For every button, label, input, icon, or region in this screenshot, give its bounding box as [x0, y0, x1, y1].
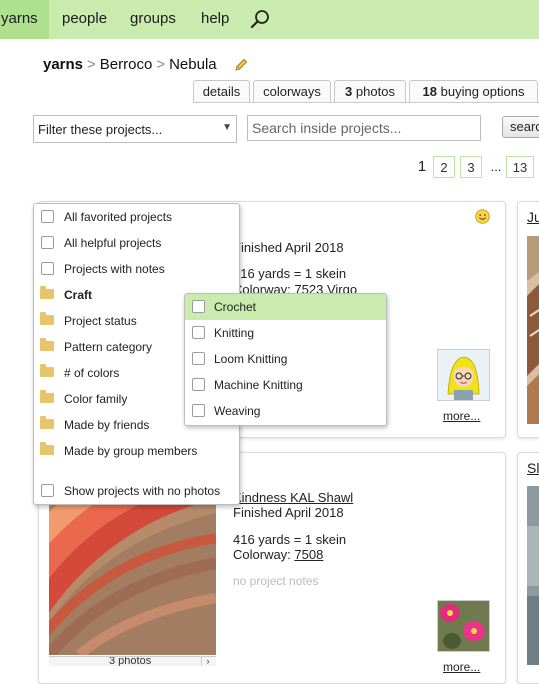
craft-weaving[interactable]: Weaving: [185, 398, 386, 424]
project-title-link[interactable]: Ju: [527, 209, 539, 225]
filter-item-label: Made by friends: [64, 418, 150, 432]
filter-no-photos[interactable]: Show projects with no photos: [34, 478, 239, 504]
filter-item-label: Projects with notes: [64, 262, 165, 276]
tab-details[interactable]: details: [193, 80, 250, 103]
more-link[interactable]: more...: [443, 660, 480, 674]
breadcrumb-separator: >: [87, 56, 96, 73]
breadcrumb-yarns[interactable]: yarns: [43, 56, 83, 73]
craft-knitting[interactable]: Knitting: [185, 320, 386, 346]
filter-item-label: All favorited projects: [64, 210, 173, 224]
more-link[interactable]: more...: [443, 409, 480, 423]
breadcrumb-separator: >: [156, 56, 166, 73]
tab-buying-count: 18: [422, 84, 437, 99]
page-link[interactable]: 3: [460, 156, 482, 178]
craft-item-label: Crochet: [214, 300, 257, 314]
card-colorway: Colorway: 7508: [233, 547, 323, 562]
checkbox[interactable]: [192, 404, 205, 417]
tab-buying-label: buying options: [440, 84, 525, 99]
user-avatar[interactable]: [437, 349, 490, 401]
checkbox[interactable]: [192, 352, 205, 365]
checkbox[interactable]: [41, 210, 54, 223]
craft-item-label: Loom Knitting: [214, 352, 288, 366]
nav-yarns[interactable]: yarns: [0, 0, 49, 39]
nav-help[interactable]: help: [201, 0, 229, 39]
folder-icon: [40, 416, 54, 429]
smiley-icon: [475, 209, 490, 224]
dropdown-arrow-icon: ▼: [222, 122, 232, 133]
project-photo[interactable]: [49, 503, 216, 655]
craft-item-label: Knitting: [214, 326, 255, 340]
filter-item-label: Color family: [64, 392, 128, 406]
craft-item-label: Weaving: [214, 404, 261, 418]
project-photo[interactable]: [527, 236, 539, 424]
folder-icon: [40, 286, 54, 299]
page-ellipsis: ...: [490, 159, 502, 174]
filter-item-label: All helpful projects: [64, 236, 162, 250]
colorway-label: Colorway:: [233, 547, 291, 562]
filter-item-label: Made by group members: [64, 444, 198, 458]
filter-item-label: # of colors: [64, 366, 120, 380]
page-current: 1: [417, 158, 427, 175]
filter-all-favorited[interactable]: All favorited projects: [34, 204, 239, 230]
search-button[interactable]: search: [502, 116, 539, 138]
project-title-link[interactable]: Kindness KAL Shawl: [233, 490, 353, 505]
user-avatar[interactable]: [437, 600, 490, 652]
tab-buying-options[interactable]: 18 buying options: [409, 80, 538, 103]
checkbox[interactable]: [41, 236, 54, 249]
tab-photos-label: photos: [355, 84, 395, 99]
nav-people[interactable]: people: [62, 0, 107, 39]
project-title-link[interactable]: Sl: [527, 460, 539, 476]
filter-item-label: Pattern category: [64, 340, 153, 354]
project-notes: no project notes: [233, 574, 319, 588]
page-link[interactable]: 2: [433, 156, 455, 178]
craft-loom-knitting[interactable]: Loom Knitting: [185, 346, 386, 372]
filter-item-label: Show projects with no photos: [64, 484, 221, 498]
breadcrumb-yarn[interactable]: Nebula: [169, 56, 217, 73]
tab-photos[interactable]: 3 photos: [334, 80, 406, 103]
checkbox[interactable]: [192, 300, 205, 313]
colorway-link[interactable]: 7508: [294, 547, 323, 562]
filter-with-notes[interactable]: Projects with notes: [34, 256, 239, 282]
breadcrumb-brand[interactable]: Berroco: [100, 56, 153, 73]
craft-item-label: Machine Knitting: [214, 378, 303, 392]
craft-submenu: Crochet Knitting Loom Knitting Machine K…: [184, 293, 387, 426]
search-projects-input[interactable]: [247, 115, 481, 141]
nav-groups[interactable]: groups: [130, 0, 176, 39]
folder-icon: [40, 338, 54, 351]
tab-photos-count: 3: [345, 84, 353, 99]
card-yardage: 416 yards = 1 skein: [233, 266, 347, 281]
pencil-icon[interactable]: [233, 57, 249, 73]
folder-icon: [40, 442, 54, 455]
filter-item-label: Project status: [64, 314, 137, 328]
tab-colorways[interactable]: colorways: [253, 80, 331, 103]
card-yardage: 416 yards = 1 skein: [233, 532, 347, 547]
folder-icon: [40, 364, 54, 377]
top-nav: yarns people groups help: [0, 0, 539, 39]
filter-folder-made-by-group[interactable]: Made by group members: [34, 438, 239, 464]
filter-all-helpful[interactable]: All helpful projects: [34, 230, 239, 256]
card-finished-date: Finished April 2018: [233, 505, 344, 520]
breadcrumb: yarns > Berroco > Nebula: [43, 56, 248, 73]
search-icon[interactable]: [250, 9, 270, 29]
folder-icon: [40, 390, 54, 403]
checkbox[interactable]: [41, 262, 54, 275]
filter-item-label: Craft: [64, 288, 93, 302]
filter-select-value: Filter these projects...: [38, 122, 163, 137]
tabs-divider: [193, 102, 539, 103]
craft-machine-knitting[interactable]: Machine Knitting: [185, 372, 386, 398]
checkbox[interactable]: [192, 326, 205, 339]
checkbox[interactable]: [192, 378, 205, 391]
project-photo[interactable]: [527, 486, 539, 665]
folder-icon: [40, 312, 54, 325]
page-last[interactable]: 13: [506, 156, 534, 178]
filter-projects-select[interactable]: Filter these projects... ▼: [33, 115, 237, 143]
craft-crochet[interactable]: Crochet: [185, 294, 386, 320]
card-finished-date: Finished April 2018: [233, 240, 344, 255]
checkbox[interactable]: [41, 484, 54, 497]
